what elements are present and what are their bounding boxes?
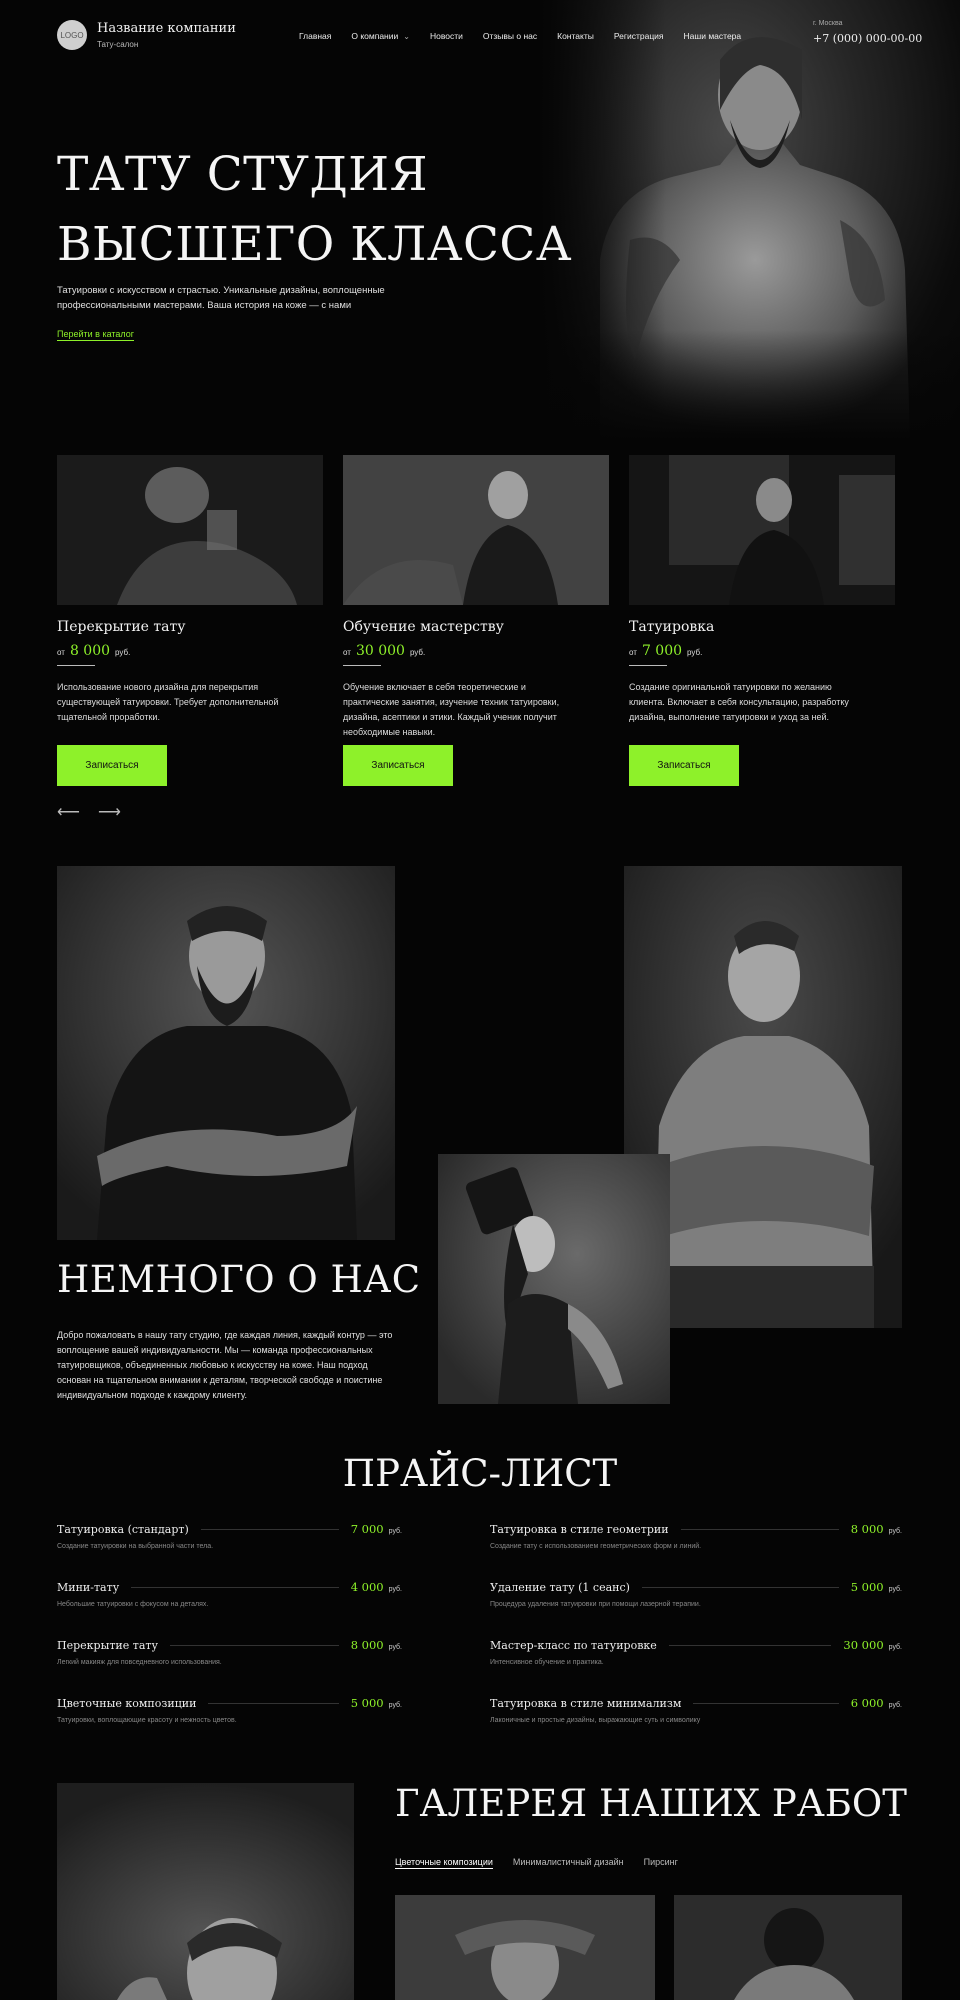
site-header: LOGO Название компании Тату-салон Главна…	[0, 0, 960, 70]
price-row: Перекрытие тату 8 000 руб. Легкий макияж д…	[57, 1638, 402, 1666]
nav-item-registration[interactable]: Регистрация	[614, 31, 664, 41]
gallery-item[interactable]	[674, 1895, 902, 2000]
price-row: Мастер-класс по татуировке 30 000 руб. Инт…	[490, 1638, 902, 1666]
tab-floral[interactable]: Цветочные композиции	[395, 1857, 493, 1869]
about-title: НЕМНОГО О НАС	[57, 1258, 421, 1301]
bearded-man-image	[57, 866, 395, 1240]
woman-with-top-hat-image	[438, 1154, 670, 1404]
tattoo-artist-image	[57, 455, 323, 605]
nav-item-home[interactable]: Главная	[299, 31, 331, 41]
gallery-side-photo	[57, 1783, 354, 2000]
gallery-back-tattoo-image	[674, 1895, 902, 2000]
main-nav: Главная О компании ⌄ Новости Отзывы о нас…	[299, 31, 761, 41]
price-row: Татуировка в стиле минимализм 6 000 руб. Л…	[490, 1696, 902, 1724]
tattoo-student-image	[343, 455, 609, 605]
service-card: Обучение мастерству от 30 000 руб. Обучени…	[343, 455, 609, 786]
price-row: Татуировка в стиле геометрии 8 000 руб. Со…	[490, 1522, 902, 1550]
slider-arrows: ⟵ ⟶	[57, 802, 121, 822]
about-photo-woman-hat	[438, 1154, 670, 1404]
catalog-link[interactable]: Перейти в каталог	[57, 329, 135, 341]
price-row: Мини-тату 4 000 руб. Небольшие татуировки …	[57, 1580, 402, 1608]
service-description: Обучение включает в себя теоретические и…	[343, 682, 560, 737]
bearded-man-portrait-image	[57, 1783, 354, 2000]
book-button[interactable]: Записаться	[57, 745, 167, 786]
nav-item-contacts[interactable]: Контакты	[557, 31, 594, 41]
service-title: Татуировка	[629, 619, 715, 635]
price-row: Татуировка (стандарт) 7 000 руб. Создание …	[57, 1522, 402, 1550]
service-card: Перекрытие тату от 8 000 руб. Использовани…	[57, 455, 323, 786]
price-underline	[343, 665, 381, 666]
service-photo	[343, 455, 609, 605]
tab-piercing[interactable]: Пирсинг	[644, 1857, 678, 1869]
service-price: от 8 000 руб.	[57, 643, 131, 659]
gallery-tattoo-hands-image	[395, 1895, 655, 2000]
nav-item-news[interactable]: Новости	[430, 31, 463, 41]
book-button[interactable]: Записаться	[343, 745, 453, 786]
company-subtitle: Тату-салон	[97, 40, 139, 49]
phone-link[interactable]: +7 (000) 000-00-00	[813, 32, 922, 45]
about-photo-bearded-man	[57, 866, 395, 1240]
price-row: Цветочные композиции 5 000 руб. Татуировки…	[57, 1696, 402, 1724]
logo[interactable]: LOGO	[57, 20, 87, 50]
nav-item-about[interactable]: О компании ⌄	[351, 31, 410, 41]
service-title: Обучение мастерству	[343, 619, 504, 635]
hero-description: Татуировки с искусством и страстью. Уник…	[57, 285, 385, 311]
price-list-title: ПРАЙС-ЛИСТ	[342, 1452, 618, 1495]
service-photo	[57, 455, 323, 605]
book-button[interactable]: Записаться	[629, 745, 739, 786]
nav-item-reviews[interactable]: Отзывы о нас	[483, 31, 537, 41]
price-underline	[629, 665, 667, 666]
service-photo	[629, 455, 895, 605]
about-description: Добро пожаловать в нашу тату студию, где…	[57, 1330, 393, 1400]
service-card: Татуировка от 7 000 руб. Создание оригинал…	[629, 455, 895, 786]
arrow-right-icon[interactable]: ⟶	[98, 802, 121, 822]
service-price: от 30 000 руб.	[343, 643, 426, 659]
nav-item-masters[interactable]: Наши мастера	[684, 31, 742, 41]
service-price: от 7 000 руб.	[629, 643, 703, 659]
price-row: Удаление тату (1 сеанс) 5 000 руб. Процеду…	[490, 1580, 902, 1608]
gallery-tabs: Цветочные композиции Минималистичный диз…	[395, 1857, 678, 1869]
gallery-title: ГАЛЕРЕЯ НАШИХ РАБОТ	[395, 1782, 907, 1825]
price-underline	[57, 665, 95, 666]
city-label: г. Москва	[813, 20, 843, 27]
chevron-down-icon: ⌄	[403, 31, 410, 41]
tab-minimalist[interactable]: Минималистичный дизайн	[513, 1857, 624, 1869]
gallery-item[interactable]	[395, 1895, 655, 2000]
service-description: Создание оригинальной татуировки по жела…	[629, 682, 849, 722]
tattooing-woman-image	[629, 455, 895, 605]
company-name: Название компании	[97, 21, 236, 36]
arrow-left-icon[interactable]: ⟵	[57, 802, 80, 822]
hero-title: ТАТУ СТУДИЯ ВЫСШЕГО КЛАССА	[57, 147, 572, 272]
service-description: Использование нового дизайна для перекры…	[57, 682, 279, 722]
service-title: Перекрытие тату	[57, 619, 186, 635]
